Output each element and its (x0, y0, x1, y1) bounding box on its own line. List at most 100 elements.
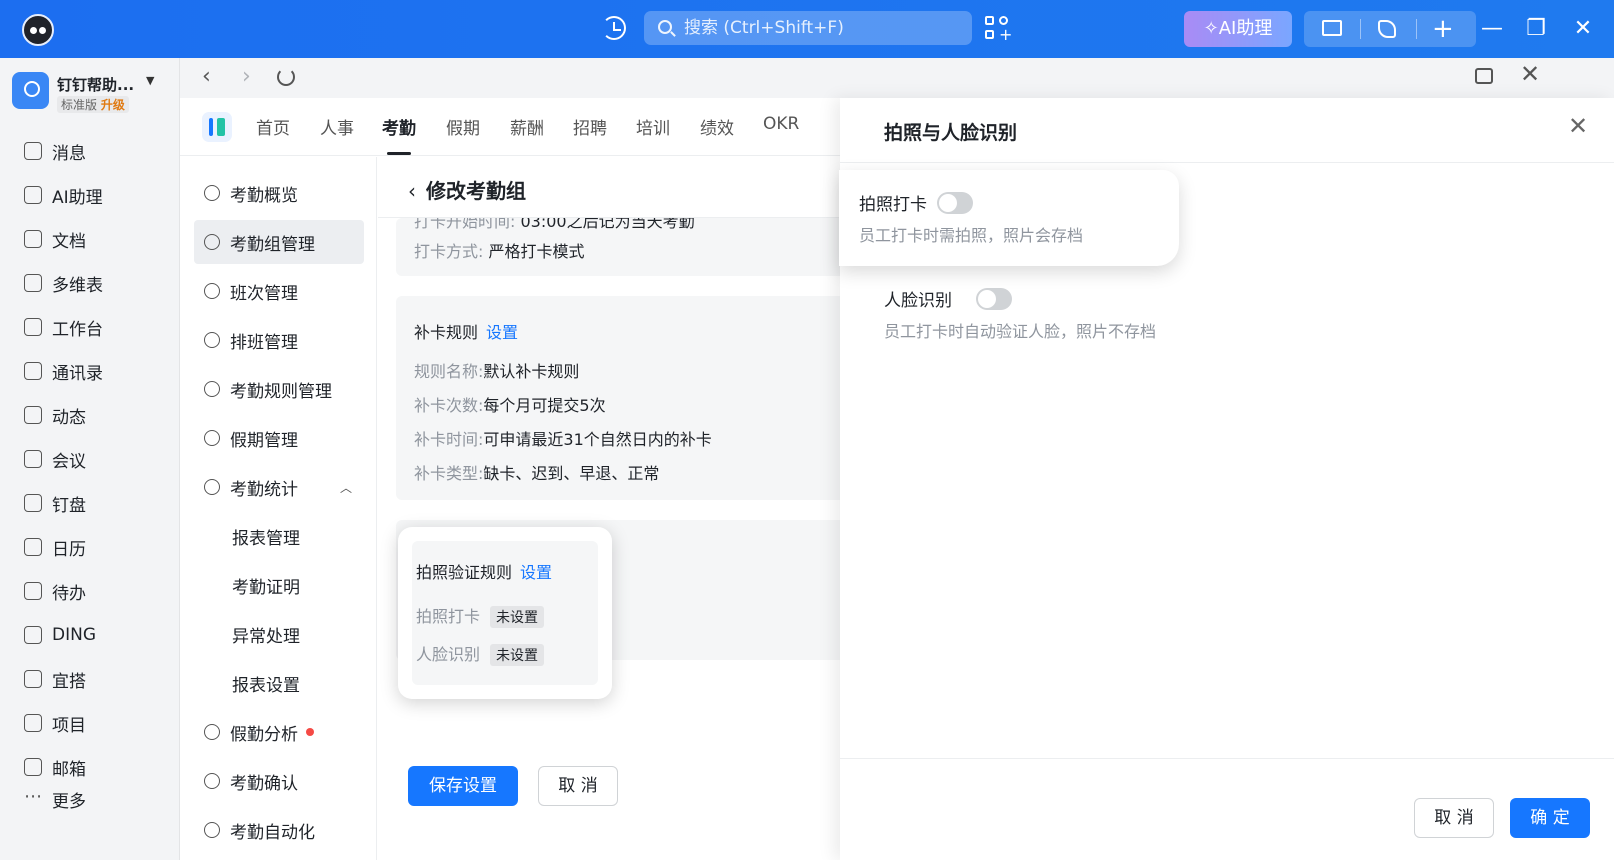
sidebar-item[interactable]: 排班管理 (194, 318, 364, 362)
close-tab-icon[interactable]: ✕ (1520, 60, 1540, 88)
sidebar-item[interactable]: 考勤确认 (194, 759, 364, 803)
clock-method-row: 打卡方式: 严格打卡模式 (414, 238, 585, 262)
photo-verification-card: 拍照验证规则 设置 拍照打卡 未设置 人脸识别 未设置 (398, 527, 612, 699)
appnav-item[interactable]: 日历 (24, 532, 86, 562)
tab-item[interactable]: 招聘 (573, 114, 607, 139)
tab-item[interactable]: 人事 (320, 114, 354, 139)
app-sidebar: 钉钉帮助... ▼ 标准版 升级 消息 AI助理 文档 多维表 工作台 通讯录 动态 会议 钉盘… (0, 58, 180, 860)
sidebar-item[interactable]: 班次管理 (194, 269, 364, 313)
chevron-up-icon[interactable]: ︿ (340, 479, 352, 496)
restore-button[interactable]: ❐ (1521, 14, 1551, 44)
drawer-confirm-button[interactable]: 确 定 (1510, 798, 1590, 838)
dingtalk-logo-icon[interactable] (22, 14, 54, 46)
appnav-item[interactable]: 文档 (24, 224, 86, 254)
tab-item[interactable]: 绩效 (700, 114, 734, 139)
card-title: 补卡规则 设置 (414, 319, 518, 343)
history-icon[interactable] (602, 16, 626, 40)
appnav-item[interactable]: DING (24, 620, 96, 650)
row-label: 打卡开始时间: (414, 218, 516, 231)
sidebar-item[interactable]: 考勤统计 ︿ (194, 465, 364, 509)
title-bar: 搜索 (Ctrl+Shift+F) + ✧AI助理 + — ❐ ✕ (0, 0, 1614, 58)
sidebar-item[interactable]: 考勤组管理 (194, 220, 364, 264)
navigation-row: ‹ › ✕ (180, 58, 1614, 98)
photo-check-toggle[interactable] (937, 192, 973, 214)
sidebar-item[interactable]: 报表管理 (194, 514, 364, 558)
sidebar-item[interactable]: 报表设置 (194, 661, 364, 705)
sidebar-item[interactable]: 考勤规则管理 (194, 367, 364, 411)
card-title: 拍照验证规则 设置 (416, 559, 552, 583)
close-window-button[interactable]: ✕ (1568, 14, 1598, 44)
sidebar-item[interactable]: 考勤证明 (194, 563, 364, 607)
cancel-button[interactable]: 取 消 (538, 766, 618, 806)
appnav-item[interactable]: 宜搭 (24, 664, 86, 694)
sidebar-item-label: 班次管理 (230, 283, 298, 304)
photo-check-setting-card: 拍照打卡 员工打卡时需拍照，照片会存档 (839, 170, 1179, 266)
menu-icon (204, 283, 220, 299)
screen-share-icon[interactable] (1322, 20, 1342, 36)
drawer-cancel-button[interactable]: 取 消 (1414, 798, 1494, 838)
appnav-item[interactable]: ⋯ 更多 (24, 784, 86, 814)
sidebar-item[interactable]: 假期管理 (194, 416, 364, 460)
tab-item[interactable]: 考勤 (382, 114, 416, 155)
appnav-item[interactable]: 邮箱 (24, 752, 86, 782)
appnav-item[interactable]: 通讯录 (24, 356, 103, 386)
popout-window-icon[interactable] (1475, 68, 1493, 84)
tab-item[interactable]: 薪酬 (510, 114, 544, 139)
appnav-item[interactable]: 钉盘 (24, 488, 86, 518)
face-recognition-toggle[interactable] (976, 288, 1012, 310)
row-value: 03:00之后记为当天考勤 (520, 218, 695, 231)
edition-badge[interactable]: 标准版 升级 (57, 96, 129, 113)
calendar-icon (24, 538, 42, 556)
sparkle-icon: ✧ (1203, 18, 1219, 39)
close-icon[interactable]: ✕ (1568, 112, 1588, 140)
appnav-item[interactable]: 消息 (24, 136, 86, 166)
ai-assistant-button[interactable]: ✧AI助理 (1184, 11, 1292, 47)
appnav-label: 会议 (52, 451, 86, 472)
refresh-icon[interactable] (277, 68, 295, 86)
plus-icon[interactable]: + (1432, 16, 1454, 42)
sidebar-item-label: 考勤证明 (232, 577, 300, 598)
forward-arrow-icon[interactable]: › (242, 64, 251, 89)
upgrade-link[interactable]: 升级 (101, 98, 125, 112)
minimize-button[interactable]: — (1477, 14, 1507, 44)
divider (840, 758, 1614, 759)
org-avatar (12, 72, 49, 109)
appnav-item[interactable]: AI助理 (24, 180, 103, 210)
clock-start-row: 打卡开始时间: 03:00之后记为当天考勤 (414, 218, 695, 232)
search-input[interactable]: 搜索 (Ctrl+Shift+F) (644, 11, 972, 45)
save-settings-button[interactable]: 保存设置 (408, 766, 518, 806)
photo-settings-link[interactable]: 设置 (520, 563, 552, 582)
tab-item[interactable]: 假期 (446, 114, 480, 139)
sidebar-item[interactable]: 考勤概览 (194, 171, 364, 215)
makeup-settings-link[interactable]: 设置 (486, 323, 518, 342)
appnav-item[interactable]: 待办 (24, 576, 86, 606)
appnav-item[interactable]: 多维表 (24, 268, 103, 298)
menu-icon (204, 234, 220, 250)
menu-icon (204, 822, 220, 838)
photo-verification-inner: 拍照验证规则 设置 拍照打卡 未设置 人脸识别 未设置 (412, 541, 598, 685)
tab-item[interactable]: 首页 (256, 114, 290, 139)
sidebar-item[interactable]: 考勤自动化 (194, 808, 364, 852)
tab-item[interactable]: OKR (763, 114, 799, 134)
appnav-item[interactable]: 会议 (24, 444, 86, 474)
appnav-label: 邮箱 (52, 759, 86, 780)
appnav-item[interactable]: 工作台 (24, 312, 103, 342)
row-value: 每个月可提交5次 (483, 396, 606, 415)
face-recognition-desc: 员工打卡时自动验证人脸，照片不存档 (884, 322, 1157, 341)
back-chevron-icon[interactable]: ‹ (408, 179, 416, 203)
sidebar-item-label: 报表设置 (232, 675, 300, 696)
back-arrow-icon[interactable]: ‹ (202, 64, 211, 89)
sidebar-item-label: 假期管理 (230, 430, 298, 451)
phone-icon[interactable] (1378, 20, 1396, 38)
appnav-item[interactable]: 动态 (24, 400, 86, 430)
divider (840, 162, 1614, 163)
contacts-icon (24, 362, 42, 380)
tab-item[interactable]: 培训 (636, 114, 670, 139)
appnav-item[interactable]: 项目 (24, 708, 86, 738)
row-value: 缺卡、迟到、早退、正常 (483, 464, 660, 483)
lightning-icon (24, 626, 42, 644)
sidebar-item[interactable]: 异常处理 (194, 612, 364, 656)
menu-icon (204, 381, 220, 397)
app-grid-icon[interactable]: + (985, 16, 1012, 43)
sidebar-item[interactable]: 假勤分析 (194, 710, 364, 754)
